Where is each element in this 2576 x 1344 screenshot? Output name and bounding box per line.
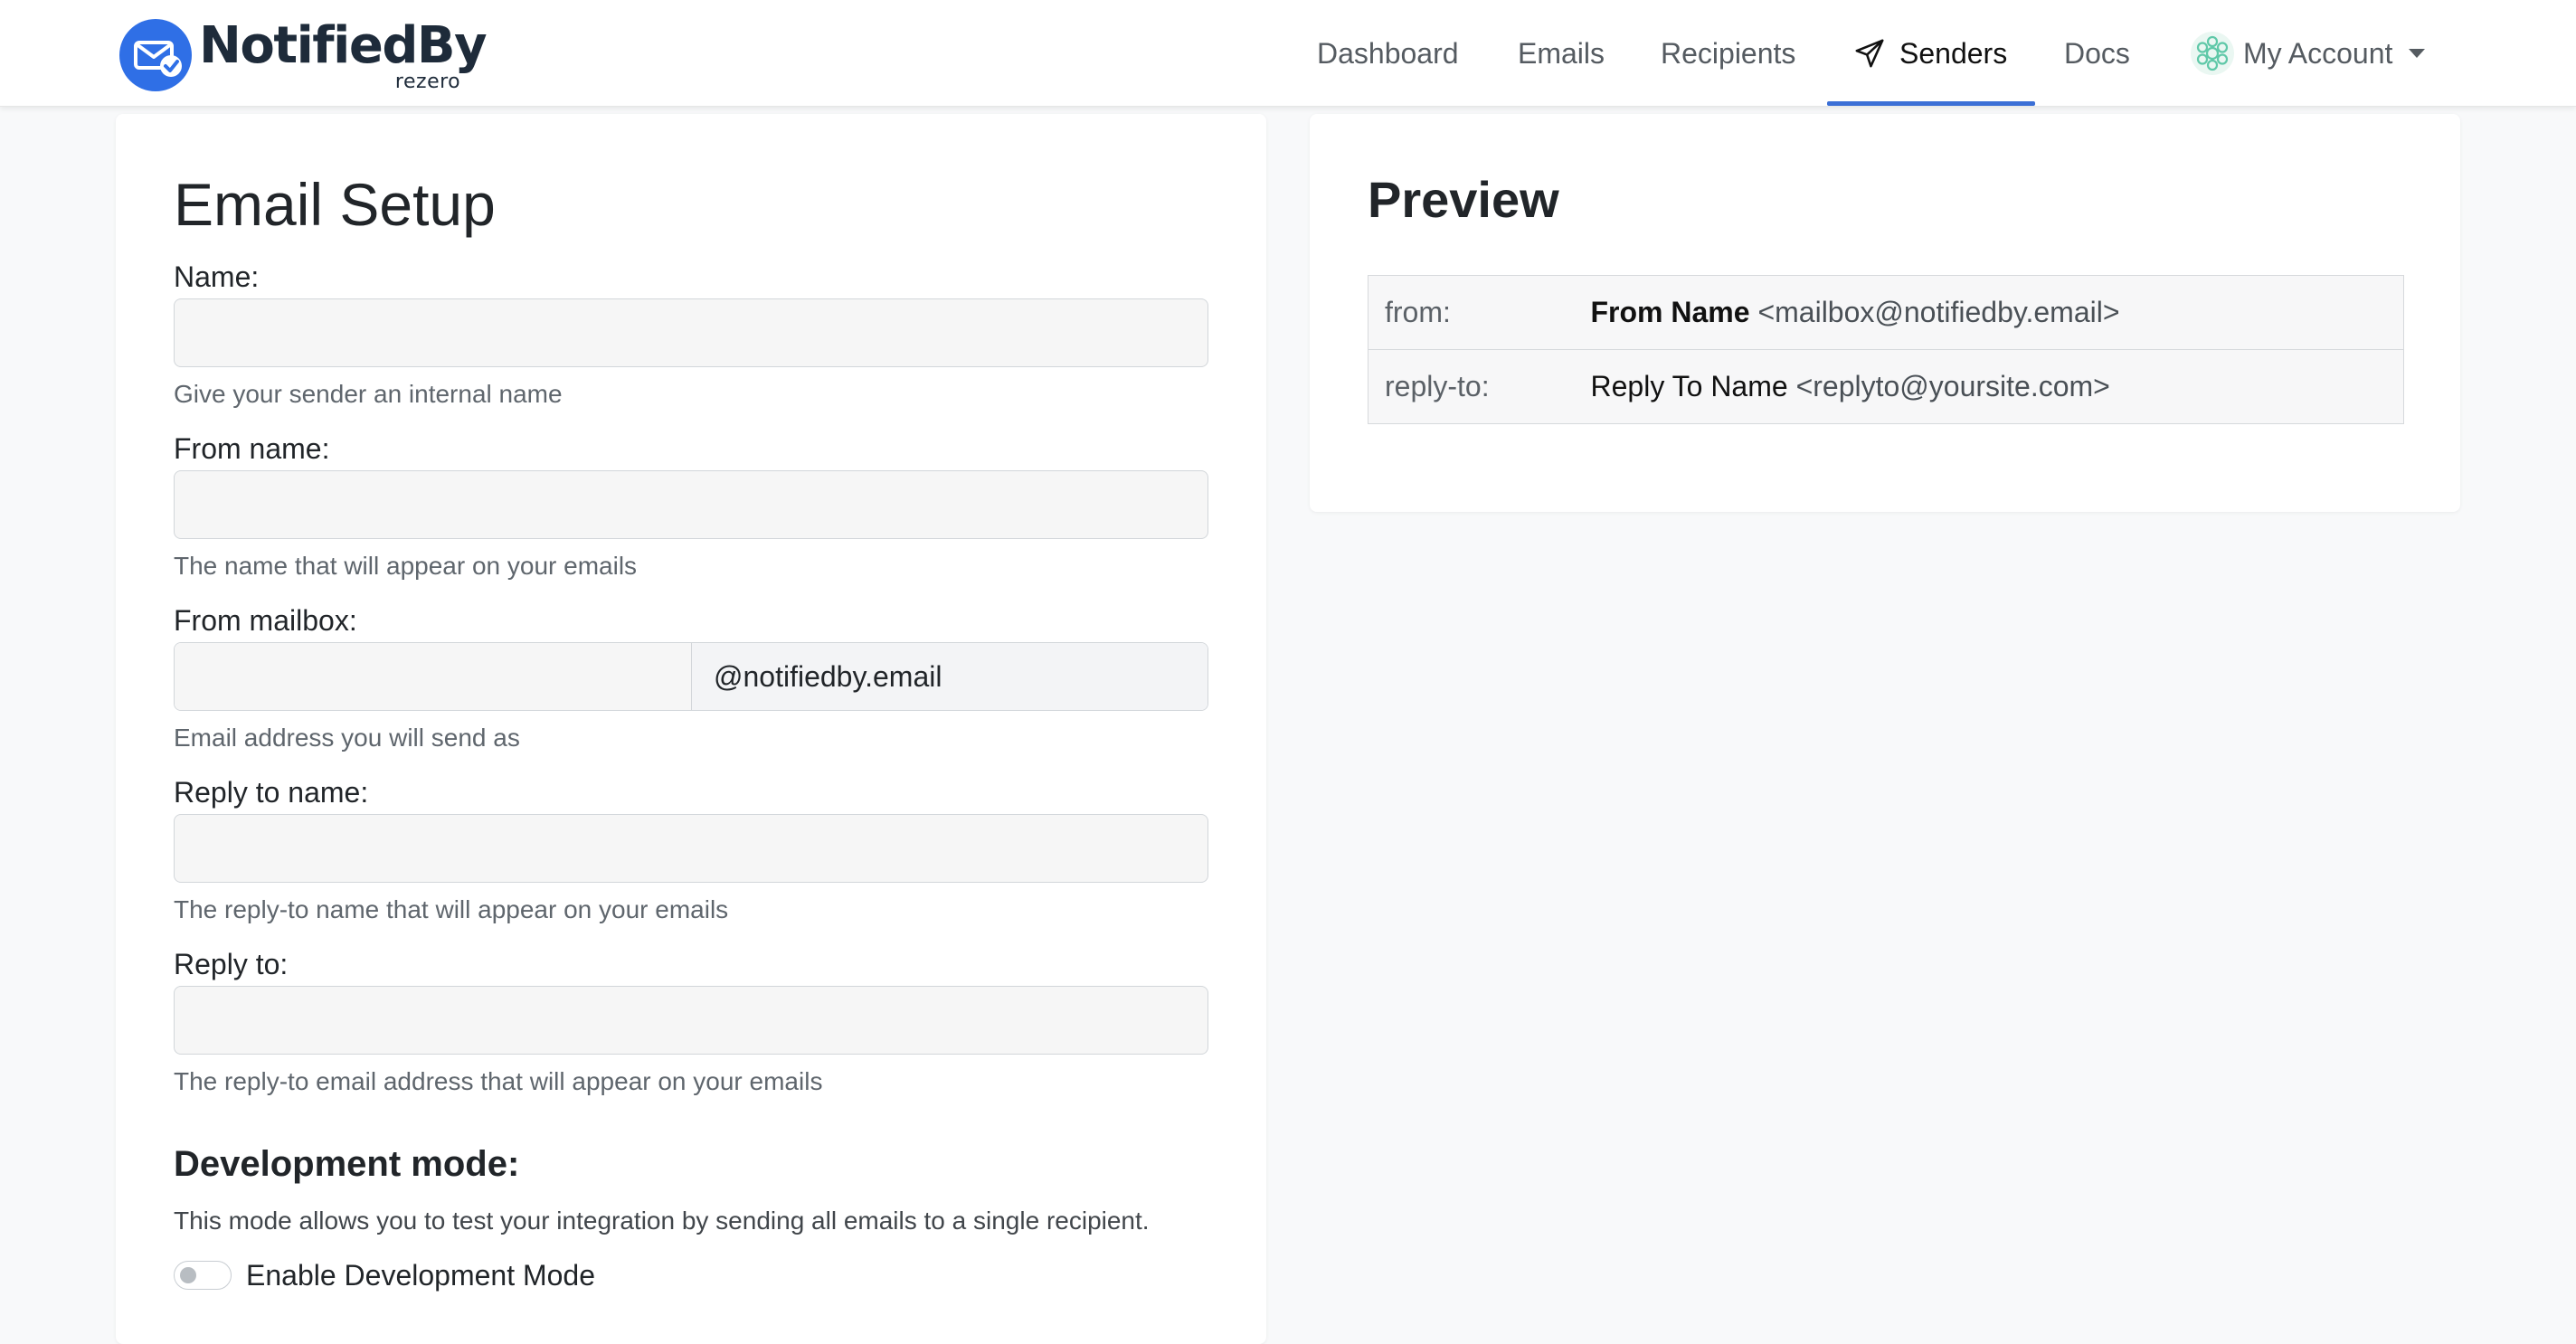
nav-senders[interactable]: Senders [1854, 0, 2007, 107]
send-icon [1855, 39, 1884, 68]
toggle-knob [180, 1267, 196, 1283]
brand-name: NotifiedBy [199, 16, 488, 75]
preview-card: Preview from: From Name <mailbox@notifie… [1310, 114, 2460, 512]
active-tab-indicator [1827, 101, 2035, 106]
from-mailbox-help: Email address you will send as [174, 724, 520, 752]
nav-recipients-label: Recipients [1661, 36, 1796, 70]
reply-to-name-label: Reply to name: [174, 776, 369, 809]
top-navbar: NotifiedBy rezero Dashboard Emails Recip… [0, 0, 2576, 107]
reply-to-name-input[interactable] [174, 814, 1208, 883]
mailbox-domain-suffix: @notifiedby.email [692, 643, 1208, 710]
reply-to-name-help: The reply-to name that will appear on yo… [174, 895, 729, 923]
nav-dashboard[interactable]: Dashboard [1317, 0, 1459, 107]
preview-from-value: From Name <mailbox@notifiedby.email> [1591, 276, 2404, 350]
development-mode-toggle-label[interactable]: Enable Development Mode [246, 1257, 595, 1293]
email-setup-card: Email Setup Name: Give your sender an in… [116, 114, 1266, 1344]
from-name-input[interactable] [174, 470, 1208, 539]
name-help: Give your sender an internal name [174, 380, 563, 408]
preview-reply-to-name: Reply To Name [1590, 370, 1788, 402]
nav-senders-label: Senders [1899, 36, 2008, 70]
reply-to-help: The reply-to email address that will app… [174, 1067, 823, 1095]
preview-row-from: from: From Name <mailbox@notifiedby.emai… [1368, 275, 2404, 350]
brand-logo[interactable]: NotifiedBy rezero [118, 14, 488, 96]
preview-from-address: <mailbox@notifiedby.email> [1757, 296, 2120, 328]
from-mailbox-label: From mailbox: [174, 604, 357, 637]
from-name-label: From name: [174, 432, 330, 465]
chevron-down-icon [2409, 49, 2426, 58]
preview-reply-to-value: Reply To Name <replyto@yoursite.com> [1590, 349, 2404, 424]
development-mode-description: This mode allows you to test your integr… [174, 1207, 1150, 1235]
development-mode-toggle[interactable] [174, 1261, 232, 1290]
name-label: Name: [174, 260, 260, 293]
nav-docs-label: Docs [2064, 36, 2130, 70]
preview-from-name: From Name [1590, 296, 1750, 328]
nav-emails-label: Emails [1518, 36, 1605, 70]
from-mailbox-input[interactable] [175, 643, 692, 710]
reply-to-input[interactable] [174, 986, 1208, 1055]
preview-reply-to-address: <replyto@yoursite.com> [1795, 370, 2110, 402]
account-avatar-icon [2191, 32, 2234, 75]
from-name-help: The name that will appear on your emails [174, 552, 638, 580]
brand-text: NotifiedBy rezero [199, 14, 488, 96]
reply-to-label: Reply to: [174, 948, 289, 980]
name-input[interactable] [174, 298, 1208, 367]
envelope-check-icon [119, 19, 192, 91]
nav-my-account-dropdown[interactable]: My Account [2189, 0, 2426, 107]
brand-sub: rezero [394, 71, 461, 93]
preview-reply-to-key: reply-to: [1368, 349, 1591, 424]
page-title: Email Setup [174, 171, 496, 238]
nav-dashboard-label: Dashboard [1317, 36, 1459, 70]
from-mailbox-group: @notifiedby.email [174, 642, 1208, 711]
preview-title: Preview [1368, 171, 1559, 228]
preview-from-key: from: [1385, 296, 1451, 328]
preview-table: from: From Name <mailbox@notifiedby.emai… [1368, 275, 2404, 424]
nav-docs[interactable]: Docs [2064, 0, 2130, 107]
nav-emails[interactable]: Emails [1518, 0, 1605, 107]
nav-my-account-label: My Account [2243, 36, 2393, 70]
nav-recipients[interactable]: Recipients [1661, 0, 1795, 107]
preview-row-reply-to: reply-to: Reply To Name <replyto@yoursit… [1368, 349, 2404, 424]
development-mode-heading: Development mode: [174, 1144, 520, 1184]
